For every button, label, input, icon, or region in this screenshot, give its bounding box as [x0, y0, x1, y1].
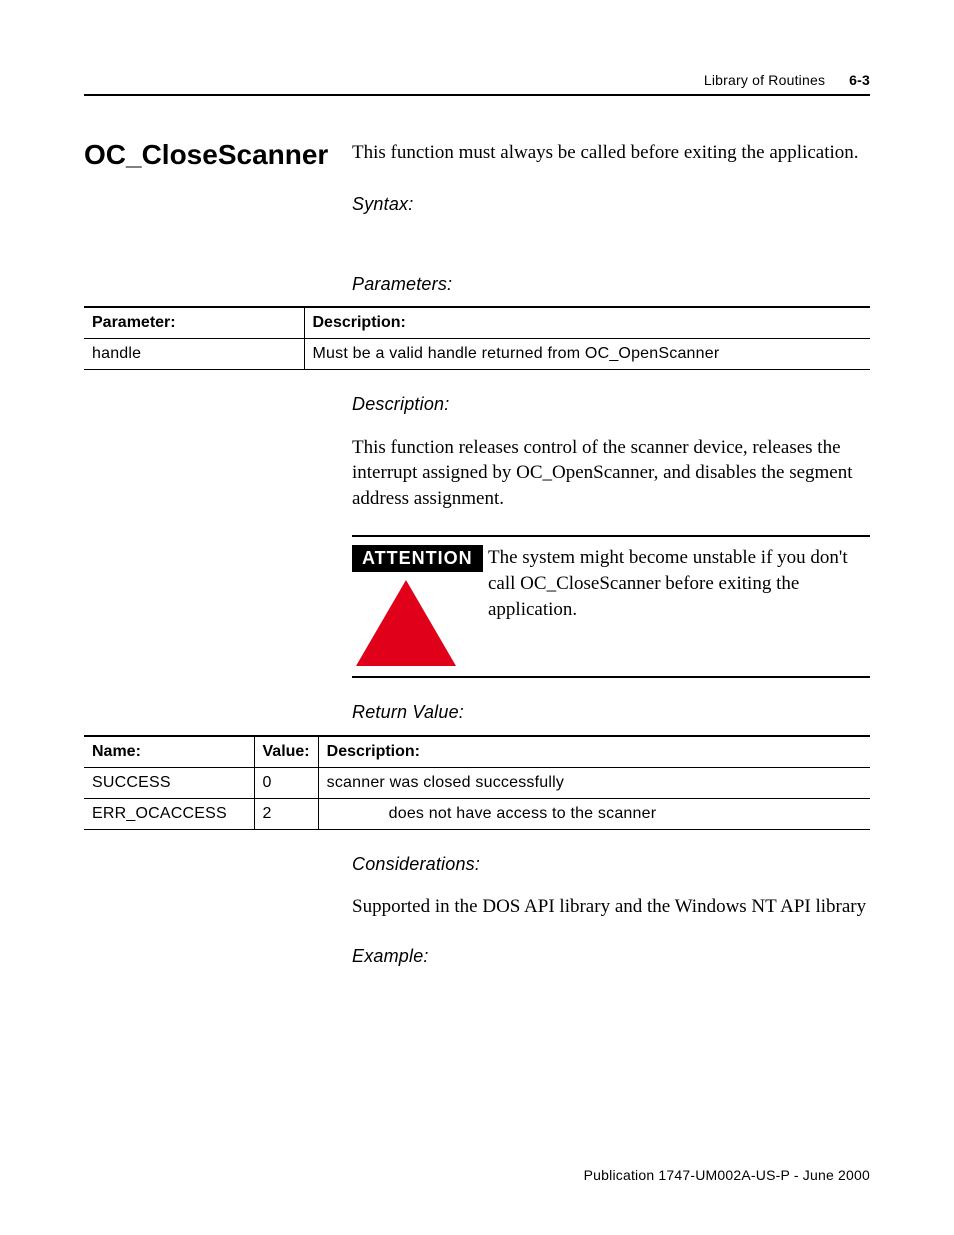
table-row: handle Must be a valid handle returned f… — [84, 339, 870, 370]
considerations-text: Supported in the DOS API library and the… — [352, 894, 870, 920]
return-label-block: Return Value: — [352, 700, 870, 734]
return-value-cell: 2 — [254, 798, 318, 829]
parameters-header-description: Description: — [304, 307, 870, 339]
spacer-left-4 — [84, 852, 260, 986]
running-head: Library of Routines 6-3 — [84, 72, 870, 88]
attention-badge: ATTENTION — [352, 545, 483, 572]
returns-header-name: Name: — [84, 736, 254, 768]
return-name-cell: SUCCESS — [84, 767, 254, 798]
running-head-chapter: Library of Routines — [704, 72, 825, 88]
warning-triangle-icon — [356, 580, 456, 666]
returns-table-wrap: Name: Value: Description: SUCCESS 0 scan… — [84, 735, 870, 830]
section-title: OC_CloseScanner — [84, 140, 260, 306]
parameters-header-parameter: Parameter: — [84, 307, 304, 339]
description-label: Description: — [352, 392, 870, 416]
running-head-page: 6-3 — [849, 72, 870, 88]
description-text: This function releases control of the sc… — [352, 435, 870, 512]
parameters-label: Parameters: — [352, 272, 870, 296]
param-desc-cell: Must be a valid handle returned from OC_… — [304, 339, 870, 370]
table-header-row: Name: Value: Description: — [84, 736, 870, 768]
table-row: SUCCESS 0 scanner was closed successfull… — [84, 767, 870, 798]
return-value-label: Return Value: — [352, 700, 870, 724]
tail-block: Considerations: Supported in the DOS API… — [352, 852, 870, 986]
return-name-cell: ERR_OCACCESS — [84, 798, 254, 829]
spacer-left — [84, 392, 260, 535]
returns-header-value: Value: — [254, 736, 318, 768]
attention-block: ATTENTION The system might become unstab… — [352, 535, 870, 678]
spacer-left-3 — [84, 700, 260, 734]
spacer-left-2 — [84, 535, 260, 700]
return-value-cell: 0 — [254, 767, 318, 798]
returns-header-description: Description: — [318, 736, 870, 768]
considerations-label: Considerations: — [352, 852, 870, 876]
syntax-label: Syntax: — [352, 192, 870, 216]
attention-left: ATTENTION — [352, 545, 480, 666]
attention-text: The system might become unstable if you … — [488, 545, 870, 622]
return-desc-cell: scanner was closed successfully — [318, 767, 870, 798]
intro-block: This function must always be called befo… — [352, 140, 870, 306]
example-label: Example: — [352, 944, 870, 968]
returns-table: Name: Value: Description: SUCCESS 0 scan… — [84, 735, 870, 830]
page: Library of Routines 6-3 OC_CloseScanner … — [0, 0, 954, 1235]
table-row: ERR_OCACCESS 2 does not have access to t… — [84, 798, 870, 829]
table-header-row: Parameter: Description: — [84, 307, 870, 339]
content-grid: OC_CloseScanner This function must alway… — [84, 140, 870, 986]
return-desc-cell: does not have access to the scanner — [318, 798, 870, 829]
publication-footer: Publication 1747-UM002A-US-P - June 2000 — [584, 1167, 870, 1183]
description-block: Description: This function releases cont… — [352, 392, 870, 535]
parameters-table: Parameter: Description: handle Must be a… — [84, 306, 870, 370]
param-name-cell: handle — [84, 339, 304, 370]
parameters-table-wrap: Parameter: Description: handle Must be a… — [84, 306, 870, 370]
intro-text: This function must always be called befo… — [352, 140, 870, 166]
running-head-rule — [84, 94, 870, 96]
